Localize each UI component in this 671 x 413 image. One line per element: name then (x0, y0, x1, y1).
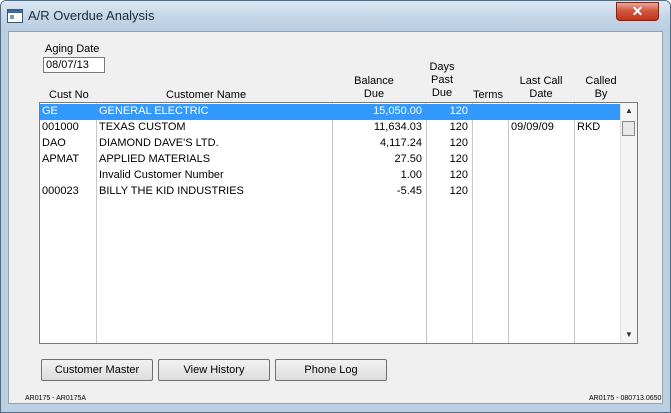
title-bar[interactable]: A/R Overdue Analysis ✕ (1, 1, 670, 31)
cell-cust-no: APMAT (42, 153, 80, 165)
table-row[interactable]: 000023 BILLY THE KID INDUSTRIES -5.45 120 (40, 184, 620, 200)
overdue-grid[interactable]: GE GENERAL ELECTRIC 15,050.00 120 001000 TEXA… (39, 102, 638, 344)
cell-balance-due: 15,050.00 (373, 105, 422, 117)
header-days-past-due-line2: Past (430, 74, 453, 86)
cell-cust-no: DAO (42, 137, 66, 149)
table-row[interactable]: Invalid Customer Number 1.00 120 (40, 168, 620, 184)
cell-days-past-due: 120 (449, 153, 468, 165)
header-called-by-line2: By (594, 88, 608, 100)
vertical-scrollbar[interactable]: ▲ ▼ (620, 103, 637, 343)
header-last-call-line1: Last Call (519, 75, 563, 87)
table-row[interactable]: DAO DIAMOND DAVE'S LTD. 4,117.24 120 (40, 136, 620, 152)
phone-log-button[interactable]: Phone Log (275, 359, 387, 381)
main-window: A/R Overdue Analysis ✕ Aging Date 08/07/… (0, 0, 671, 413)
cell-days-past-due: 120 (449, 121, 468, 133)
scroll-thumb[interactable] (622, 121, 635, 136)
cell-cust-no: 001000 (42, 121, 79, 133)
cell-days-past-due: 120 (449, 137, 468, 149)
table-row[interactable]: GE GENERAL ELECTRIC 15,050.00 120 (40, 104, 620, 120)
footer-program-id-right: AR0175 - 080713.0650 (589, 395, 662, 402)
cell-balance-due: -5.45 (396, 185, 422, 197)
cell-customer-name: APPLIED MATERIALS (99, 153, 211, 165)
header-customer-name: Customer Name (166, 89, 247, 101)
header-days-past-due: Days Past Due (427, 61, 457, 100)
header-balance-due-line2: Due (363, 88, 385, 100)
cell-balance-due: 4,117.24 (379, 137, 422, 149)
footer-program-id-left: AR0175 - AR0175A (25, 395, 87, 402)
header-balance-due: Balance Due (351, 75, 397, 101)
aging-date-label: Aging Date (45, 43, 100, 55)
cell-customer-name: DIAMOND DAVE'S LTD. (99, 137, 219, 149)
customer-master-button[interactable]: Customer Master (41, 359, 153, 381)
header-last-call-line2: Date (529, 88, 553, 100)
cell-cust-no: 000023 (42, 185, 79, 197)
header-called-by-line1: Called (585, 75, 617, 87)
app-window-icon[interactable] (7, 9, 23, 23)
cell-customer-name: BILLY THE KID INDUSTRIES (99, 185, 244, 197)
aging-date-field[interactable]: 08/07/13 (43, 57, 105, 73)
cell-called-by: RKD (577, 121, 601, 133)
cell-days-past-due: 120 (449, 169, 468, 181)
header-days-past-due-line3: Due (431, 87, 453, 99)
cell-customer-name: Invalid Customer Number (99, 169, 224, 181)
window-title: A/R Overdue Analysis (28, 8, 155, 23)
header-balance-due-line1: Balance (354, 75, 394, 87)
header-last-call-date: Last Call Date (517, 75, 565, 101)
view-history-button[interactable]: View History (158, 359, 270, 381)
header-cust-no: Cust No (49, 89, 89, 101)
cell-cust-no: GE (42, 105, 58, 117)
scroll-down-arrow-icon[interactable]: ▼ (621, 327, 637, 343)
header-terms: Terms (473, 89, 503, 101)
table-row[interactable]: 001000 TEXAS CUSTOM 11,634.03 120 09/09/09 RK… (40, 120, 620, 136)
header-called-by: Called By (583, 75, 619, 101)
cell-days-past-due: 120 (449, 105, 468, 117)
cell-last-call-date: 09/09/09 (511, 121, 554, 133)
close-button[interactable]: ✕ (616, 2, 659, 21)
table-row[interactable]: APMAT APPLIED MATERIALS 27.50 120 (40, 152, 620, 168)
cell-balance-due: 27.50 (394, 153, 422, 165)
cell-customer-name: TEXAS CUSTOM (99, 121, 186, 133)
cell-balance-due: 1.00 (400, 169, 422, 181)
scroll-up-arrow-icon[interactable]: ▲ (621, 103, 637, 119)
client-area: Aging Date 08/07/13 Cust No Customer Nam… (8, 31, 663, 404)
cell-days-past-due: 120 (449, 185, 468, 197)
cell-customer-name: GENERAL ELECTRIC (99, 105, 209, 117)
cell-balance-due: 11,634.03 (373, 121, 422, 133)
header-days-past-due-line1: Days (429, 61, 455, 73)
